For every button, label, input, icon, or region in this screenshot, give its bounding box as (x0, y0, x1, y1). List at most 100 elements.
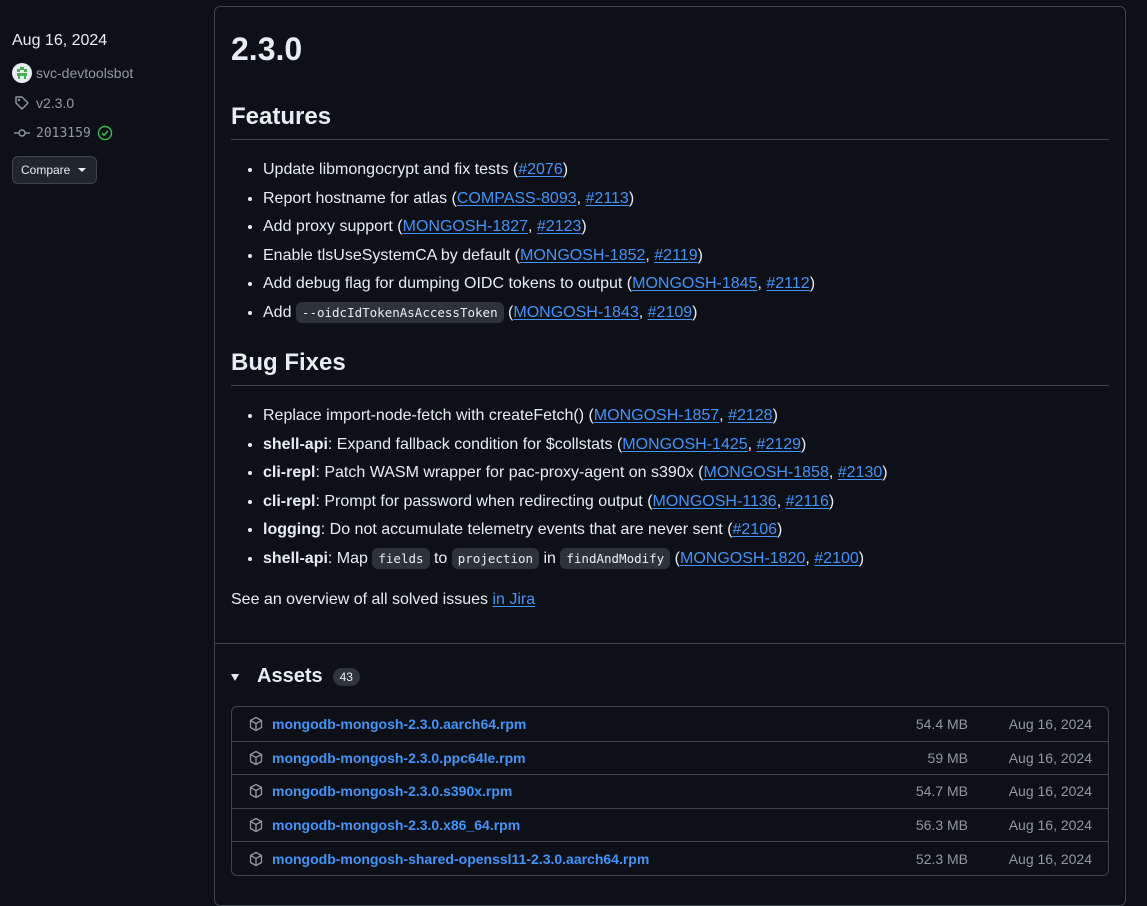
item-scope: cli-repl (263, 464, 316, 481)
release-meta: Aug 16, 2024 svc-devtoolsbot v2.3.0 2013… (12, 32, 202, 184)
tag-label[interactable]: v2.3.0 (36, 95, 74, 111)
item-text: ) (581, 218, 587, 235)
item-text: ) (692, 303, 698, 321)
inline-code: projection (451, 547, 540, 569)
asset-row[interactable]: mongodb-mongosh-2.3.0.x86_64.rpm 56.3 MB A… (232, 807, 1108, 842)
issue-link[interactable]: #2129 (757, 436, 802, 453)
asset-size: 54.7 MB (915, 783, 968, 800)
package-icon (248, 783, 264, 799)
item-text: Update libmongocrypt and fix tests ( (263, 161, 519, 178)
issue-link[interactable]: #2106 (733, 521, 778, 538)
features-list: Update libmongocrypt and fix tests (#207… (231, 160, 815, 331)
assets-toggle[interactable]: Assets 43 (231, 665, 360, 688)
item-separator: , (576, 189, 586, 207)
issue-link[interactable]: MONGOSH-1858 (703, 464, 828, 481)
issue-link[interactable]: #2109 (648, 304, 693, 321)
item-text: : Patch WASM wrapper for pac-proxy-agent… (315, 464, 704, 481)
bugfixes-heading: Bug Fixes (231, 349, 1109, 386)
item-scope: cli-repl (263, 492, 316, 510)
issue-link[interactable]: #2116 (786, 493, 829, 510)
item-separator: , (638, 303, 648, 321)
features-heading: Features (231, 103, 1109, 140)
asset-link[interactable]: mongodb-mongosh-2.3.0.ppc64le.rpm (272, 750, 888, 766)
item-text: : Do not accumulate telemetry events tha… (320, 521, 733, 538)
feature-item: Add --oidcIdTokenAsAccessToken (MONGOSH-… (263, 301, 815, 323)
item-text: : Prompt for password when redirecting o… (315, 492, 653, 510)
package-icon (248, 716, 264, 732)
asset-row[interactable]: mongodb-mongosh-2.3.0.ppc64le.rpm 59 MB Au… (232, 740, 1108, 775)
item-text: Enable tlsUseSystemCA by default ( (263, 246, 521, 264)
issue-link[interactable]: MONGOSH-1852 (520, 247, 645, 264)
issue-link[interactable]: #2119 (654, 247, 697, 264)
item-separator: , (719, 407, 729, 424)
bugfix-item: cli-repl: Prompt for password when redir… (263, 492, 888, 512)
issue-link[interactable]: MONGOSH-1845 (632, 275, 757, 292)
commit-icon (12, 123, 32, 143)
author-row[interactable]: svc-devtoolsbot (12, 62, 202, 84)
issue-link[interactable]: MONGOSH-1820 (680, 550, 805, 567)
issue-link[interactable]: MONGOSH-1425 (622, 436, 747, 453)
asset-row[interactable]: mongodb-mongosh-2.3.0.s390x.rpm 54.7 MB Au… (232, 774, 1108, 808)
item-scope: logging (263, 521, 321, 538)
item-separator: , (776, 492, 786, 510)
assets-title: Assets (257, 665, 323, 687)
asset-date: Aug 16, 2024 (1008, 783, 1092, 800)
asset-link[interactable]: mongodb-mongosh-2.3.0.aarch64.rpm (272, 716, 888, 732)
release-card: 2.3.0 Features Update libmongocrypt and … (214, 6, 1126, 906)
asset-size: 59 MB (927, 749, 968, 766)
issue-link[interactable]: #2113 (586, 190, 629, 207)
verified-check-icon (95, 123, 115, 143)
issue-link[interactable]: MONGOSH-1136 (653, 493, 777, 510)
avatar[interactable] (12, 63, 32, 83)
issue-link[interactable]: #2123 (537, 218, 582, 235)
issue-link[interactable]: MONGOSH-1857 (594, 407, 719, 424)
issue-link[interactable]: MONGOSH-1827 (403, 218, 528, 235)
overview-text: See an overview of all solved issues in … (231, 591, 535, 609)
jira-link[interactable]: in Jira (492, 591, 535, 608)
overview-label: See an overview of all solved issues (231, 591, 493, 608)
feature-item: Update libmongocrypt and fix tests (#207… (263, 160, 815, 180)
issue-link[interactable]: COMPASS-8093 (457, 190, 577, 207)
release-date: Aug 16, 2024 (12, 32, 108, 49)
bugfix-item: shell-api: Map fields to projection in f… (263, 547, 888, 569)
item-text: ) (801, 435, 807, 453)
asset-date: Aug 16, 2024 (1008, 850, 1092, 867)
assets-count: 43 (332, 667, 360, 686)
package-icon (248, 817, 264, 833)
commit-sha[interactable]: 2013159 (36, 126, 91, 141)
bugfix-item: cli-repl: Patch WASM wrapper for pac-pro… (263, 463, 888, 483)
item-text: : Map (327, 549, 373, 567)
item-text: in (539, 549, 561, 567)
bugfix-item: shell-api: Expand fallback condition for… (263, 435, 888, 455)
issue-link[interactable]: #2128 (728, 407, 773, 424)
issue-link[interactable]: MONGOSH-1843 (513, 304, 638, 321)
author-link[interactable]: svc-devtoolsbot (36, 65, 133, 81)
commit-row[interactable]: 2013159 (12, 122, 202, 144)
item-text: ) (777, 521, 783, 538)
issue-link[interactable]: #2100 (814, 550, 859, 567)
item-separator: , (528, 218, 537, 235)
asset-date: Aug 16, 2024 (1008, 749, 1092, 766)
asset-size: 52.3 MB (915, 850, 968, 867)
feature-item: Report hostname for atlas (COMPASS-8093,… (263, 189, 815, 209)
asset-link[interactable]: mongodb-mongosh-2.3.0.s390x.rpm (272, 783, 888, 799)
inline-code: --oidcIdTokenAsAccessToken (295, 301, 504, 323)
divider (215, 643, 1125, 644)
asset-row[interactable]: mongodb-mongosh-2.3.0.aarch64.rpm 54.4 MB… (232, 707, 1108, 741)
item-text: Replace import-node-fetch with createFet… (263, 407, 594, 424)
release-title: 2.3.0 (231, 31, 303, 67)
asset-link[interactable]: mongodb-mongosh-shared-openssl11-2.3.0.a… (272, 851, 888, 867)
asset-row[interactable]: mongodb-mongosh-shared-openssl11-2.3.0.a… (232, 841, 1108, 875)
asset-link[interactable]: mongodb-mongosh-2.3.0.x86_64.rpm (272, 817, 888, 833)
item-text: ) (562, 161, 569, 178)
asset-date: Aug 16, 2024 (1008, 817, 1092, 834)
item-text: ) (628, 189, 635, 207)
issue-link[interactable]: #2130 (838, 464, 883, 481)
tag-row[interactable]: v2.3.0 (12, 92, 202, 114)
item-text: : Expand fallback condition for $collsta… (327, 435, 623, 453)
inline-code: fields (372, 547, 430, 569)
feature-item: Enable tlsUseSystemCA by default (MONGOS… (263, 246, 815, 266)
issue-link[interactable]: #2112 (766, 275, 809, 292)
issue-link[interactable]: #2076 (518, 161, 563, 178)
compare-button[interactable]: Compare (12, 156, 98, 184)
